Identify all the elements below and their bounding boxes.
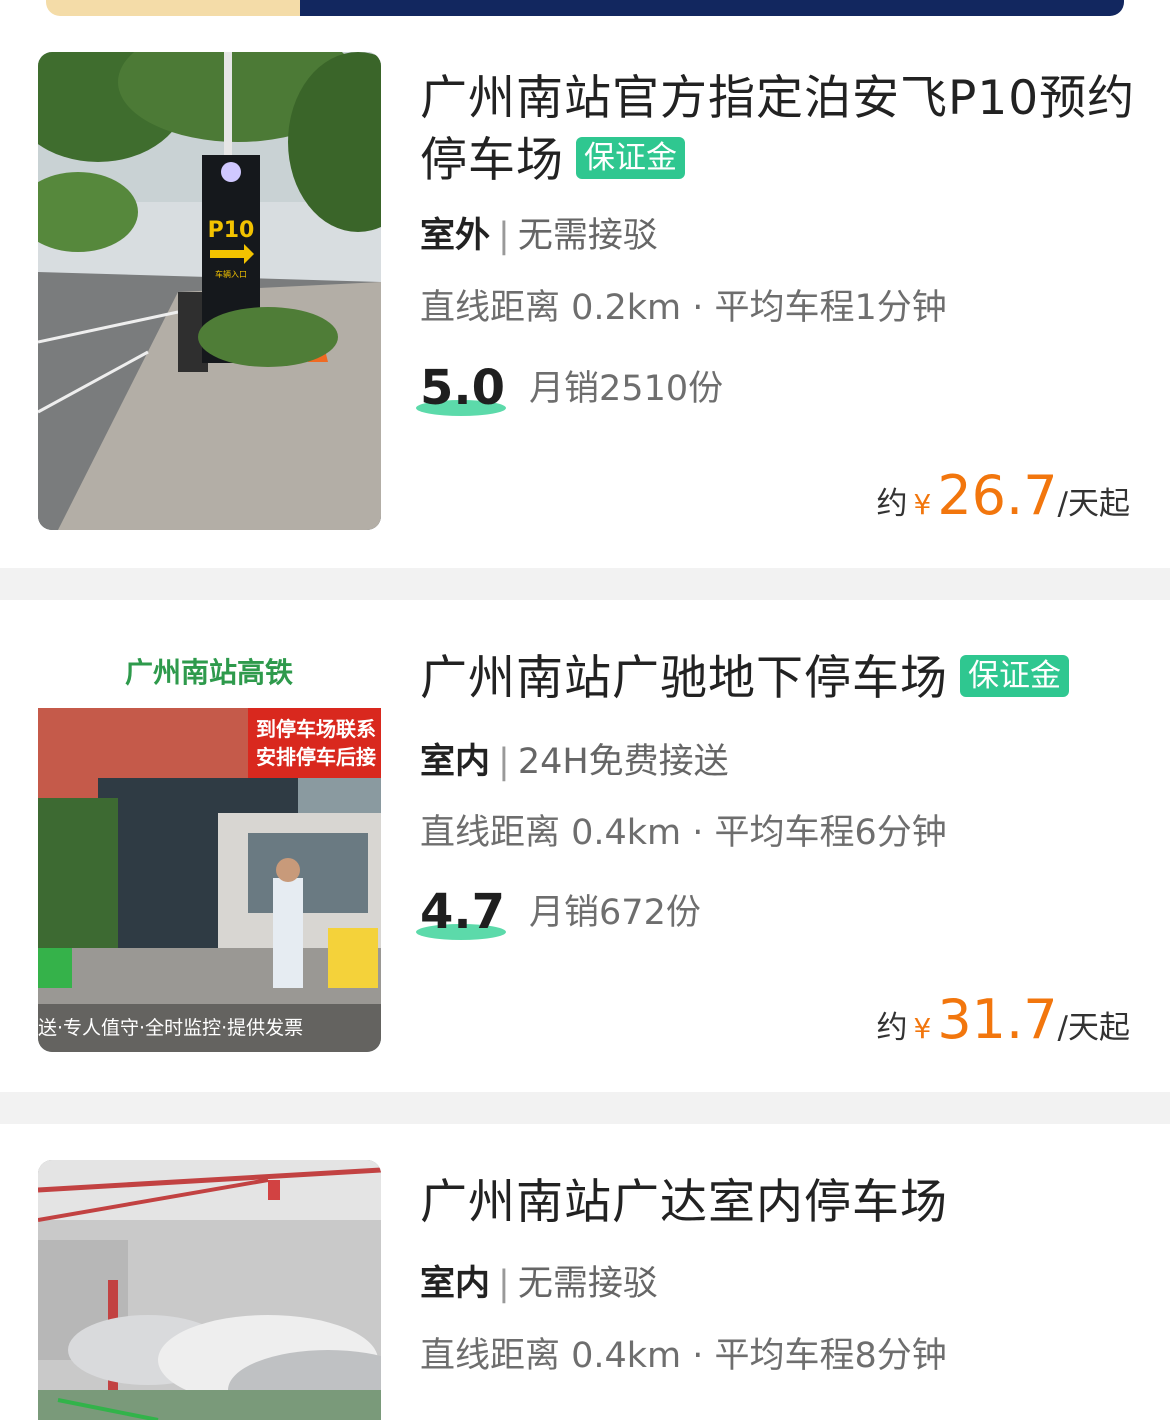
parking-meta: 室内 | 24H免费接送 bbox=[420, 740, 729, 784]
list-separator bbox=[0, 1092, 1170, 1124]
parking-meta: 室外 | 无需接驳 bbox=[420, 214, 658, 258]
price-prefix: 约 bbox=[876, 1010, 908, 1046]
parking-photo-1-image: P10 车辆入口 bbox=[38, 52, 381, 530]
deposit-badge: 保证金 bbox=[576, 136, 685, 179]
currency-symbol: ¥ bbox=[913, 1012, 932, 1045]
price: 约 ¥26.7/天起 bbox=[876, 464, 1130, 527]
price-unit: /天起 bbox=[1057, 486, 1130, 522]
parking-meta: 室内 | 无需接驳 bbox=[420, 1262, 658, 1306]
parking-title[interactable]: 广州南站官方指定泊安飞P10预约停车场 保证金 bbox=[420, 68, 1140, 192]
price-prefix: 约 bbox=[876, 486, 908, 522]
parking-photo-2-image: 广州南站高铁 到停车场联系 安排停车后接 送·专人值守·全时监控·提供发票 bbox=[38, 638, 381, 1052]
parking-type: 室内 bbox=[420, 1264, 491, 1304]
rating-score: 4.7 bbox=[416, 882, 506, 942]
price-unit: /天起 bbox=[1057, 1010, 1130, 1046]
shuttle-info: 24H免费接送 bbox=[517, 742, 729, 782]
photo-footer-text: 送·专人值守·全时监控·提供发票 bbox=[38, 1017, 303, 1039]
parking-title[interactable]: 广州南站广达室内停车场 bbox=[420, 1172, 1140, 1234]
price: 约 ¥31.7/天起 bbox=[876, 988, 1130, 1051]
monthly-sales: 月销672份 bbox=[529, 893, 701, 933]
parking-title-text: 广州南站官方指定泊安飞P10预约停车场 bbox=[420, 71, 1136, 188]
currency-symbol: ¥ bbox=[913, 488, 932, 521]
top-banner-edge[interactable] bbox=[0, 0, 1170, 16]
price-value: 26.7 bbox=[937, 464, 1058, 527]
parking-sign-label: P10 bbox=[208, 218, 255, 243]
photo-header-text: 广州南站高铁 bbox=[125, 656, 293, 689]
meta-divider: | bbox=[498, 216, 510, 256]
rating-value: 5.0 bbox=[420, 360, 506, 416]
parking-title-text: 广州南站广达室内停车场 bbox=[420, 1175, 948, 1230]
parking-photo-3-image bbox=[38, 1160, 381, 1420]
rating-value: 4.7 bbox=[420, 884, 506, 940]
shuttle-info: 无需接驳 bbox=[517, 1264, 658, 1304]
parking-title-text: 广州南站广驰地下停车场 bbox=[420, 651, 948, 706]
banner-right-segment bbox=[300, 0, 1124, 16]
distance-info: 直线距离 0.2km · 平均车程1分钟 bbox=[420, 288, 947, 328]
meta-divider: | bbox=[498, 742, 510, 782]
parking-card-3[interactable]: 广州南站广达室内停车场 室内 | 无需接驳 直线距离 0.4km · 平均车程8分钟 bbox=[0, 1124, 1170, 1420]
monthly-sales: 月销2510份 bbox=[529, 369, 724, 409]
parking-photo-2[interactable]: 广州南站高铁 到停车场联系 安排停车后接 送·专人值守·全时监控·提供发票 bbox=[38, 638, 381, 1052]
parking-sign-sub: 车辆入口 bbox=[215, 269, 247, 279]
price-value: 31.7 bbox=[937, 988, 1058, 1051]
banner-left-segment bbox=[46, 0, 306, 16]
meta-divider: | bbox=[498, 1264, 510, 1304]
rating-row: 5.0 月销2510份 bbox=[416, 358, 724, 418]
photo-banner-line1: 到停车场联系 bbox=[256, 717, 376, 741]
parking-type: 室内 bbox=[420, 742, 491, 782]
parking-title[interactable]: 广州南站广驰地下停车场 保证金 bbox=[420, 648, 1140, 710]
parking-photo-3[interactable] bbox=[38, 1160, 381, 1420]
photo-banner-line2: 安排停车后接 bbox=[256, 745, 376, 769]
distance-info: 直线距离 0.4km · 平均车程8分钟 bbox=[420, 1336, 947, 1376]
parking-type: 室外 bbox=[420, 216, 491, 256]
parking-card-1[interactable]: P10 车辆入口 广州南站官方指定泊安飞P10预约停车场 保证金 室外 | 无需接驳 … bbox=[0, 16, 1170, 568]
rating-row: 4.7 月销672份 bbox=[416, 882, 701, 942]
deposit-badge: 保证金 bbox=[960, 654, 1069, 697]
distance-info: 直线距离 0.4km · 平均车程6分钟 bbox=[420, 813, 947, 853]
shuttle-info: 无需接驳 bbox=[517, 216, 658, 256]
rating-score: 5.0 bbox=[416, 358, 506, 418]
parking-card-2[interactable]: 广州南站高铁 到停车场联系 安排停车后接 送·专人值守·全时监控·提供发票 广州… bbox=[0, 600, 1170, 1092]
parking-photo-1[interactable]: P10 车辆入口 bbox=[38, 52, 381, 530]
list-separator bbox=[0, 568, 1170, 600]
